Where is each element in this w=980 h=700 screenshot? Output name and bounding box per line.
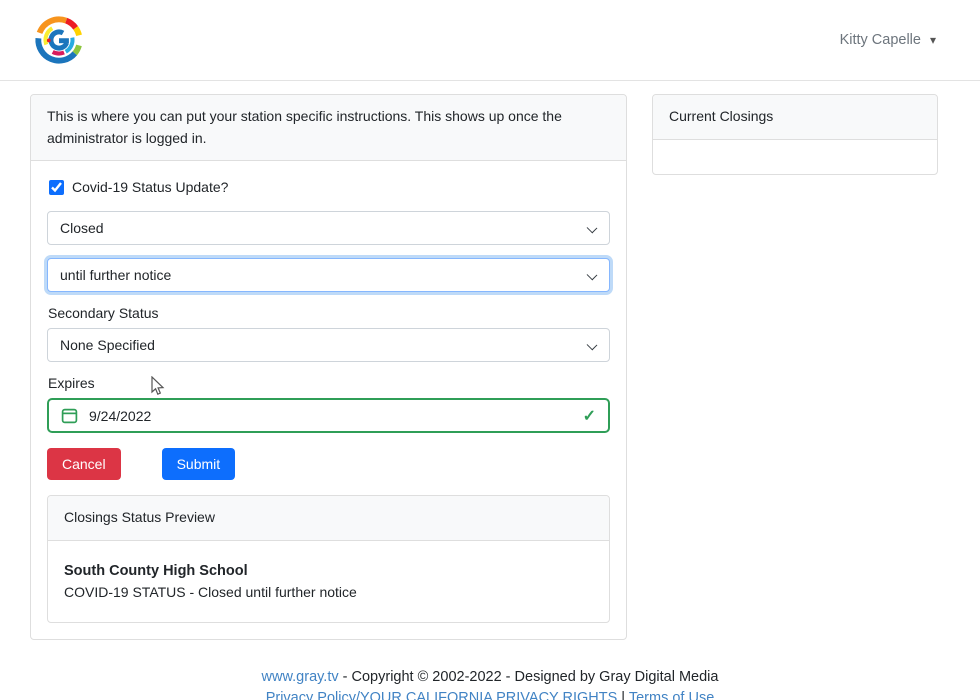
secondary-status-label: Secondary Status [48, 305, 610, 321]
status-select[interactable]: Closed [47, 211, 610, 245]
expires-date-field[interactable]: ✓ [47, 398, 610, 433]
cancel-button[interactable]: Cancel [47, 448, 121, 480]
page: Kitty Capelle ▾ This is where you can pu… [0, 0, 980, 700]
expires-date-input[interactable] [89, 408, 572, 424]
form-actions: Cancel Submit [47, 448, 610, 480]
privacy-policy-link[interactable]: Privacy Policy/YOUR CALIFORNIA PRIVACY R… [266, 690, 618, 700]
current-closings-card: Current Closings [652, 94, 938, 175]
valid-check-icon: ✓ [583, 406, 596, 426]
top-navbar: Kitty Capelle ▾ [0, 0, 980, 81]
duration-select-value: until further notice [60, 267, 171, 283]
page-footer: www.gray.tv - Copyright © 2002-2022 - De… [0, 667, 980, 700]
caret-down-icon: ▾ [930, 33, 936, 47]
submit-button[interactable]: Submit [162, 448, 236, 480]
station-instructions-notice: This is where you can put your station s… [31, 95, 626, 161]
calendar-icon[interactable] [61, 407, 78, 424]
gray-tv-logo-icon[interactable] [32, 13, 86, 67]
terms-of-use-link[interactable]: Terms of Use [629, 690, 714, 700]
status-select-value: Closed [60, 220, 104, 236]
secondary-status-select[interactable]: None Specified [47, 328, 610, 362]
content-area: This is where you can put your station s… [0, 81, 980, 640]
covid-status-checkbox[interactable] [49, 180, 64, 195]
current-closings-title: Current Closings [653, 95, 937, 140]
preview-entry-status: COVID-19 STATUS - Closed until further n… [64, 584, 593, 600]
chevron-down-icon [587, 223, 598, 234]
status-form-body: Covid-19 Status Update? Closed until fur… [31, 161, 626, 639]
footer-copyright-line: www.gray.tv - Copyright © 2002-2022 - De… [0, 667, 980, 688]
chevron-down-icon [587, 270, 598, 281]
current-closings-body [653, 140, 937, 174]
covid-status-checkbox-label: Covid-19 Status Update? [72, 179, 228, 195]
footer-separator: | [621, 690, 625, 700]
gray-tv-link[interactable]: www.gray.tv [262, 669, 339, 685]
user-name: Kitty Capelle [840, 32, 921, 48]
copyright-text: - Copyright © 2002-2022 - Designed by Gr… [343, 669, 719, 685]
status-form-card: This is where you can put your station s… [30, 94, 627, 640]
footer-legal-line: Privacy Policy/YOUR CALIFORNIA PRIVACY R… [0, 688, 980, 700]
chevron-down-icon [587, 340, 598, 351]
expires-label: Expires [48, 375, 610, 391]
closings-status-preview-body: South County High School COVID-19 STATUS… [48, 541, 609, 622]
covid-status-checkbox-row: Covid-19 Status Update? [49, 179, 610, 195]
secondary-status-select-value: None Specified [60, 337, 155, 353]
preview-entry-name: South County High School [64, 563, 593, 579]
duration-select[interactable]: until further notice [47, 258, 610, 292]
closings-status-preview-card: Closings Status Preview South County Hig… [47, 495, 610, 623]
closings-status-preview-title: Closings Status Preview [48, 496, 609, 541]
user-menu[interactable]: Kitty Capelle ▾ [840, 32, 936, 48]
